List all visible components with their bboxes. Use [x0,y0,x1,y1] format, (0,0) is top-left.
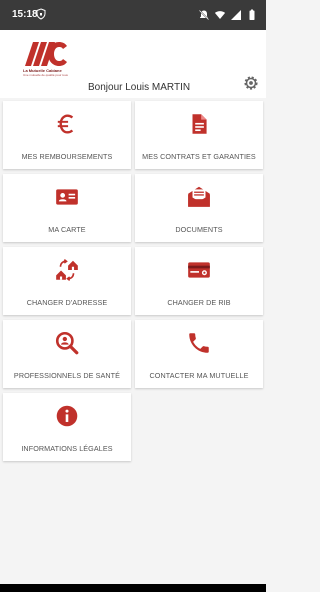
battery-icon [246,9,258,21]
navigation-bar [0,584,266,592]
tile-mes-remboursements[interactable]: MES REMBOURSEMENTS [3,101,131,169]
status-icons [198,8,258,22]
mail-icon [186,184,212,210]
gear-icon[interactable] [242,74,260,92]
euro-icon [54,111,80,137]
tile-changer-rib[interactable]: CHANGER DE RIB [135,247,263,315]
tile-label: CHANGER D'ADRESSE [26,298,108,307]
tile-label: DOCUMENTS [175,225,223,234]
tile-label: INFORMATIONS LÉGALES [21,444,113,453]
signal-icon [230,9,242,21]
tile-label: CHANGER DE RIB [167,298,231,307]
greeting: Bonjour Louis MARTIN [88,82,191,93]
tile-informations-legales[interactable]: INFORMATIONS LÉGALES [3,393,131,461]
tile-professionnels-sante[interactable]: PROFESSIONNELS DE SANTÉ [3,320,131,388]
tile-ma-carte[interactable]: MA CARTE [3,174,131,242]
tile-documents[interactable]: DOCUMENTS [135,174,263,242]
tile-mes-contrats[interactable]: MES CONTRATS ET GARANTIES [135,101,263,169]
id-card-icon [54,184,80,210]
header: La Mutuelle Cabiane Une mutuelle de qual… [0,30,266,98]
status-time: 15:18 [12,9,38,20]
status-bar: 15:18 [0,0,266,30]
search-person-icon [54,330,80,356]
document-icon [186,111,212,137]
logo-mark [25,42,67,66]
change-address-icon [54,257,80,283]
shield-icon [35,8,49,22]
wifi-icon [214,9,226,21]
tile-label: MES CONTRATS ET GARANTIES [142,152,256,161]
info-icon [54,403,80,429]
no-notification-icon [198,9,210,21]
tile-contacter-mutuelle[interactable]: CONTACTER MA MUTUELLE [135,320,263,388]
tile-label: CONTACTER MA MUTUELLE [149,371,249,380]
tile-label: PROFESSIONNELS DE SANTÉ [13,371,121,380]
phone-icon [186,330,212,356]
logo: La Mutuelle Cabiane Une mutuelle de qual… [19,38,69,82]
credit-card-icon [186,257,212,283]
tile-changer-adresse[interactable]: CHANGER D'ADRESSE [3,247,131,315]
tile-label: MES REMBOURSEMENTS [21,152,113,161]
tile-label: MA CARTE [48,225,86,234]
logo-tagline: Une mutuelle de qualité pour tous [23,73,68,77]
